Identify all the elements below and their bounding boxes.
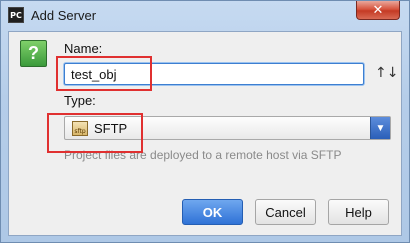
close-icon: ✕ [372, 2, 384, 18]
name-label: Name: [64, 41, 103, 56]
cancel-button[interactable]: Cancel [255, 199, 316, 225]
pycharm-app-icon: PC [8, 7, 24, 23]
close-button[interactable]: ✕ [356, 1, 400, 20]
type-dropdown[interactable]: sftp SFTP ▼ [64, 116, 391, 140]
name-input[interactable] [64, 63, 364, 85]
add-server-dialog: PC Add Server ✕ ? Name: ↑↓ Type: sftp SF… [0, 0, 410, 243]
type-description: Project files are deployed to a remote h… [64, 148, 342, 162]
sort-arrows-icon[interactable]: ↑↓ [375, 65, 398, 81]
type-selected-value: SFTP [94, 121, 128, 136]
dialog-body: ? Name: ↑↓ Type: sftp SFTP ▼ Project fil… [8, 31, 402, 236]
chevron-down-icon[interactable]: ▼ [370, 117, 390, 139]
ok-button[interactable]: OK [182, 199, 243, 225]
question-icon: ? [20, 40, 47, 67]
help-button[interactable]: Help [328, 199, 389, 225]
window-title: Add Server [31, 8, 97, 23]
type-label: Type: [64, 93, 96, 108]
title-bar[interactable]: PC Add Server ✕ [1, 1, 409, 31]
sftp-icon: sftp [72, 121, 88, 136]
